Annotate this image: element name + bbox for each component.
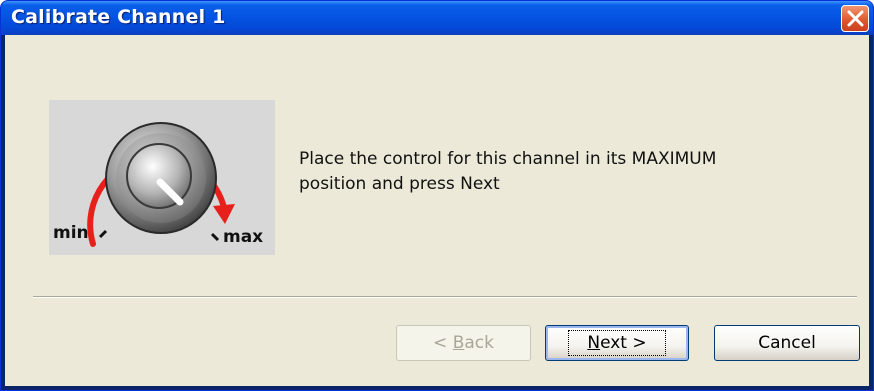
close-icon [847, 10, 864, 27]
dialog-body: min max Place the control for this chann… [5, 35, 869, 386]
instruction-text: Place the control for this channel in it… [299, 149, 717, 194]
next-focus-rect: Next > [568, 330, 666, 356]
calibrate-dialog: Calibrate Channel 1 min max Place the co… [0, 0, 874, 391]
next-label-rest: ext > [600, 333, 647, 353]
min-label: min [53, 223, 89, 243]
separator [33, 296, 857, 298]
back-mnemonic: B [452, 333, 465, 353]
next-mnemonic: N [587, 333, 601, 353]
back-label-rest: ack [464, 333, 494, 353]
title-bar[interactable]: Calibrate Channel 1 [1, 1, 873, 35]
back-label-prefix: < [433, 333, 453, 353]
next-button[interactable]: Next > [545, 325, 689, 361]
cancel-label: Cancel [758, 333, 816, 353]
max-label: max [223, 227, 264, 247]
window-title: Calibrate Channel 1 [11, 6, 226, 28]
knob-illustration: min max [49, 100, 275, 255]
back-button[interactable]: < Back [396, 325, 531, 361]
close-button[interactable] [841, 5, 869, 32]
cancel-button[interactable]: Cancel [714, 325, 860, 361]
